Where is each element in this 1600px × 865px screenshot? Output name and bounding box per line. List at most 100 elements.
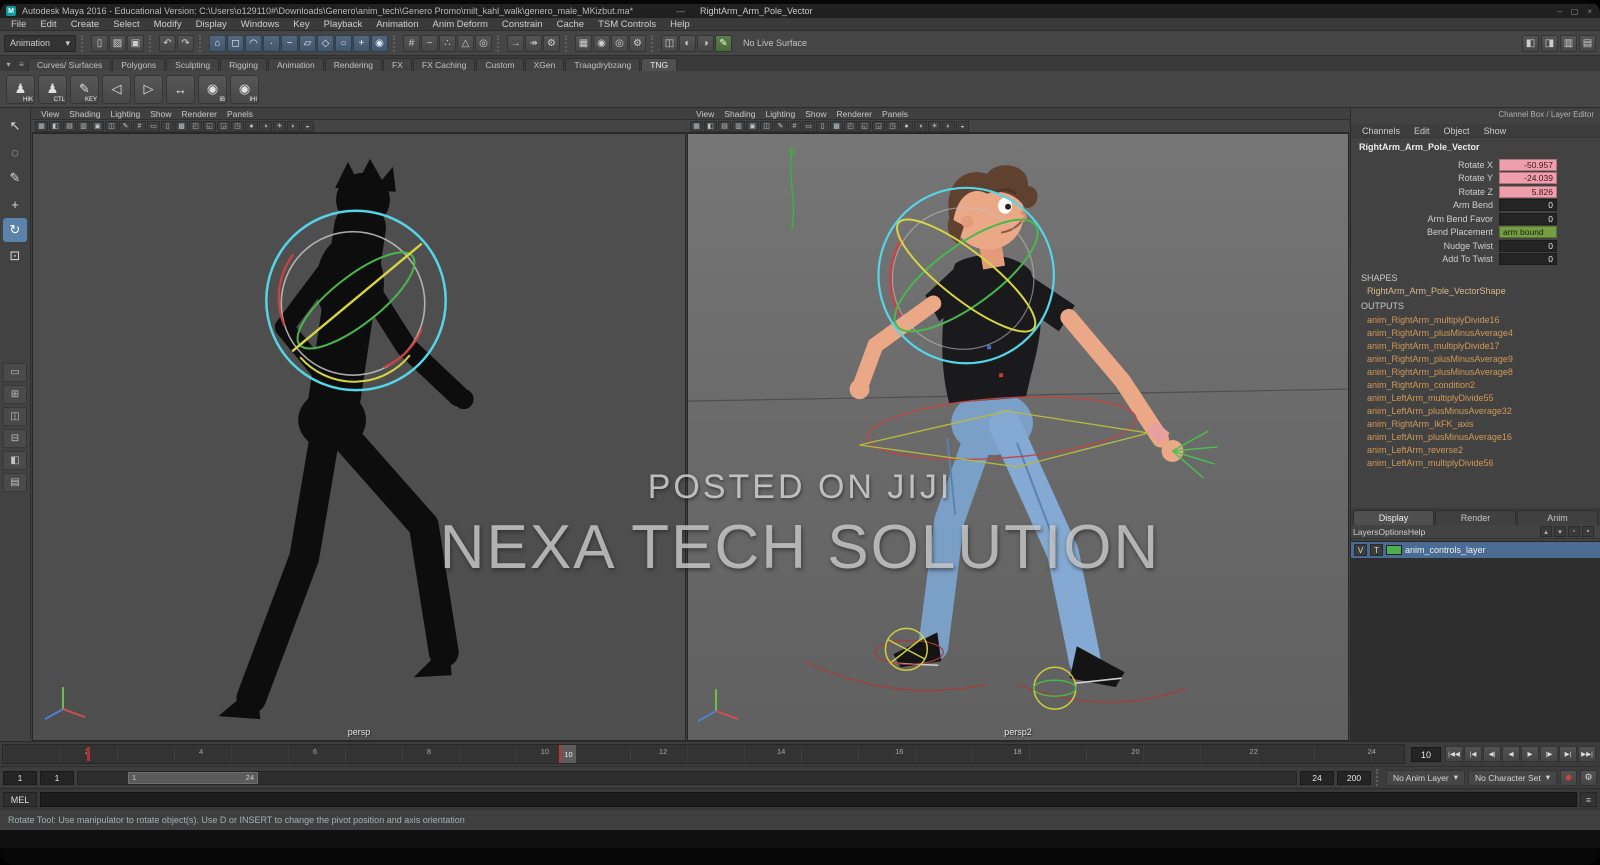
viewport-menu-item[interactable]: Renderer	[177, 109, 222, 119]
viewport-menu-item[interactable]: Show	[800, 109, 831, 119]
shelf-tab-selector-icon[interactable]: ▾	[2, 58, 15, 71]
viewport-menu-item[interactable]: Lighting	[105, 109, 145, 119]
tool-settings-toggle-icon[interactable]: ▥	[1560, 35, 1577, 52]
menubar-item[interactable]: Key	[286, 19, 316, 30]
menubar-item[interactable]: File	[4, 19, 33, 30]
layer-type-toggle[interactable]: T	[1370, 544, 1383, 556]
lock-camera-icon[interactable]: ◧	[704, 121, 717, 132]
channel-box-menu-item[interactable]: Edit	[1407, 126, 1437, 136]
next-key-icon[interactable]: ▷	[134, 75, 163, 104]
render-settings-icon[interactable]: ⚙	[629, 35, 646, 52]
safe-action-icon[interactable]: ◱	[858, 121, 871, 132]
hik-character-icon[interactable]: ♟ HIK	[6, 75, 35, 104]
channel-attribute-value[interactable]: 5.826	[1499, 186, 1557, 198]
toolbar-grip[interactable]	[393, 35, 398, 52]
input-connections-icon[interactable]: →	[507, 35, 524, 52]
layout-two-stacked-icon[interactable]: ⊟	[3, 429, 27, 448]
film-gate-icon[interactable]: ▭	[802, 121, 815, 132]
use-lights-icon[interactable]: ☀	[928, 121, 941, 132]
step-back-frame-button[interactable]: ◀|	[1483, 746, 1501, 762]
safe-action-icon[interactable]: ◱	[203, 121, 216, 132]
shelf-tab[interactable]: FX	[383, 58, 412, 71]
menubar-item[interactable]: Anim Deform	[425, 19, 494, 30]
shadows-icon[interactable]: ◐	[287, 121, 300, 132]
command-history-icon[interactable]: ≡	[1580, 792, 1597, 807]
layout-hypershade-icon[interactable]: ▤	[3, 473, 27, 492]
command-input[interactable]	[40, 792, 1577, 807]
layout-two-side-icon[interactable]: ◫	[3, 407, 27, 426]
shaded-mode-icon[interactable]: ●	[900, 121, 913, 132]
titlebar[interactable]: M Autodesk Maya 2016 - Educational Versi…	[0, 4, 1600, 18]
viewport-menu-item[interactable]: Panels	[222, 109, 258, 119]
menubar-item[interactable]: Select	[106, 19, 146, 30]
shelf-tab[interactable]: TNG	[641, 58, 677, 71]
grease-pencil-icon[interactable]: ✎	[715, 35, 732, 52]
modeling-toolkit-toggle-icon[interactable]: ◧	[1522, 35, 1539, 52]
menubar-item[interactable]: Windows	[234, 19, 287, 30]
animation-preferences-icon[interactable]: ⚙	[1580, 770, 1597, 786]
shelf-tab[interactable]: Rendering	[325, 58, 382, 71]
pan-zoom-2d-icon[interactable]: ◫	[760, 121, 773, 132]
toolbar-grip[interactable]	[565, 35, 570, 52]
save-scene-icon[interactable]: ▣	[127, 35, 144, 52]
snap-plane-icon[interactable]: △	[457, 35, 474, 52]
viewport-persp2[interactable]: persp2	[687, 133, 1349, 741]
toolbar-grip[interactable]	[149, 35, 154, 52]
lock-camera-icon[interactable]: ◧	[49, 121, 62, 132]
channel-attribute-value[interactable]: arm bound	[1499, 226, 1557, 238]
output-node-item[interactable]: anim_RightArm_condition2	[1351, 379, 1600, 392]
paint-select-tool-icon[interactable]: ✎	[3, 166, 27, 190]
playback-end-field[interactable]: 24	[1300, 771, 1334, 785]
grid-icon[interactable]: #	[133, 121, 146, 132]
layer-list[interactable]: V T anim_controls_layer	[1351, 541, 1600, 741]
minimize-button[interactable]: –	[1557, 7, 1561, 16]
prev-key-icon[interactable]: ◁	[102, 75, 131, 104]
viewport-menu-item[interactable]: Show	[145, 109, 176, 119]
step-forward-key-button[interactable]: ▶|	[1559, 746, 1577, 762]
layer-editor-tab[interactable]: Display	[1353, 510, 1434, 525]
camera-attributes-icon[interactable]: ▤	[718, 121, 731, 132]
silhouette-character[interactable]	[218, 159, 473, 719]
viewport-menu-item[interactable]: View	[691, 109, 719, 119]
shelf-tab[interactable]: Sculpting	[166, 58, 219, 71]
resolution-gate-icon[interactable]: ▯	[161, 121, 174, 132]
gate-mask-icon[interactable]: ▩	[175, 121, 188, 132]
play-backwards-button[interactable]: ◀	[1502, 746, 1520, 762]
image-plane-icon[interactable]: ▣	[91, 121, 104, 132]
bookmarks-icon[interactable]: ▥	[77, 121, 90, 132]
output-node-item[interactable]: anim_RightArm_plusMinusAverage4	[1351, 327, 1600, 340]
animation-start-field[interactable]: 1	[3, 771, 37, 785]
grid-icon[interactable]: #	[788, 121, 801, 132]
menubar-item[interactable]: TSM Controls	[591, 19, 663, 30]
toolbar-grip[interactable]	[1376, 769, 1381, 786]
select-camera-icon[interactable]: ▦	[690, 121, 703, 132]
menubar-item[interactable]: Modify	[147, 19, 189, 30]
selected-node-name[interactable]: RightArm_Arm_Pole_Vector	[1359, 142, 1596, 152]
current-frame-field[interactable]: 10	[1411, 747, 1441, 762]
reflection-icon[interactable]: ◑	[697, 35, 714, 52]
layer-editor-tab[interactable]: Render	[1435, 510, 1516, 525]
move-nearest-key-icon[interactable]: ↔	[166, 75, 195, 104]
select-component-icon[interactable]: ◠	[245, 35, 262, 52]
mask-handles-icon[interactable]: +	[353, 35, 370, 52]
wireframe-icon[interactable]: ◳	[886, 121, 899, 132]
toolbar-grip[interactable]	[651, 35, 656, 52]
current-frame-marker[interactable]: 10	[559, 745, 576, 763]
layer-row[interactable]: V T anim_controls_layer	[1351, 542, 1600, 558]
shaded-mode-icon[interactable]: ●	[245, 121, 258, 132]
play-forwards-button[interactable]: ▶	[1521, 746, 1539, 762]
film-gate-icon[interactable]: ▭	[147, 121, 160, 132]
use-lights-icon[interactable]: ☀	[273, 121, 286, 132]
xray-icon[interactable]: ◒	[956, 121, 969, 132]
mask-curves-icon[interactable]: ~	[281, 35, 298, 52]
menubar-item[interactable]: Edit	[33, 19, 63, 30]
layer-editor-menu-item[interactable]: Help	[1408, 527, 1425, 537]
rotate-tool-icon[interactable]: ↻	[3, 218, 27, 242]
select-object-icon[interactable]: ◻	[227, 35, 244, 52]
shape-node-name[interactable]: RightArm_Arm_Pole_VectorShape	[1367, 286, 1506, 296]
range-slider[interactable]: 1 24	[77, 771, 1297, 785]
menubar-item[interactable]: Constrain	[495, 19, 550, 30]
mask-points-icon[interactable]: ∙	[263, 35, 280, 52]
open-scene-icon[interactable]: ▨	[109, 35, 126, 52]
menu-set-selector[interactable]: Animation ▾	[4, 35, 76, 52]
